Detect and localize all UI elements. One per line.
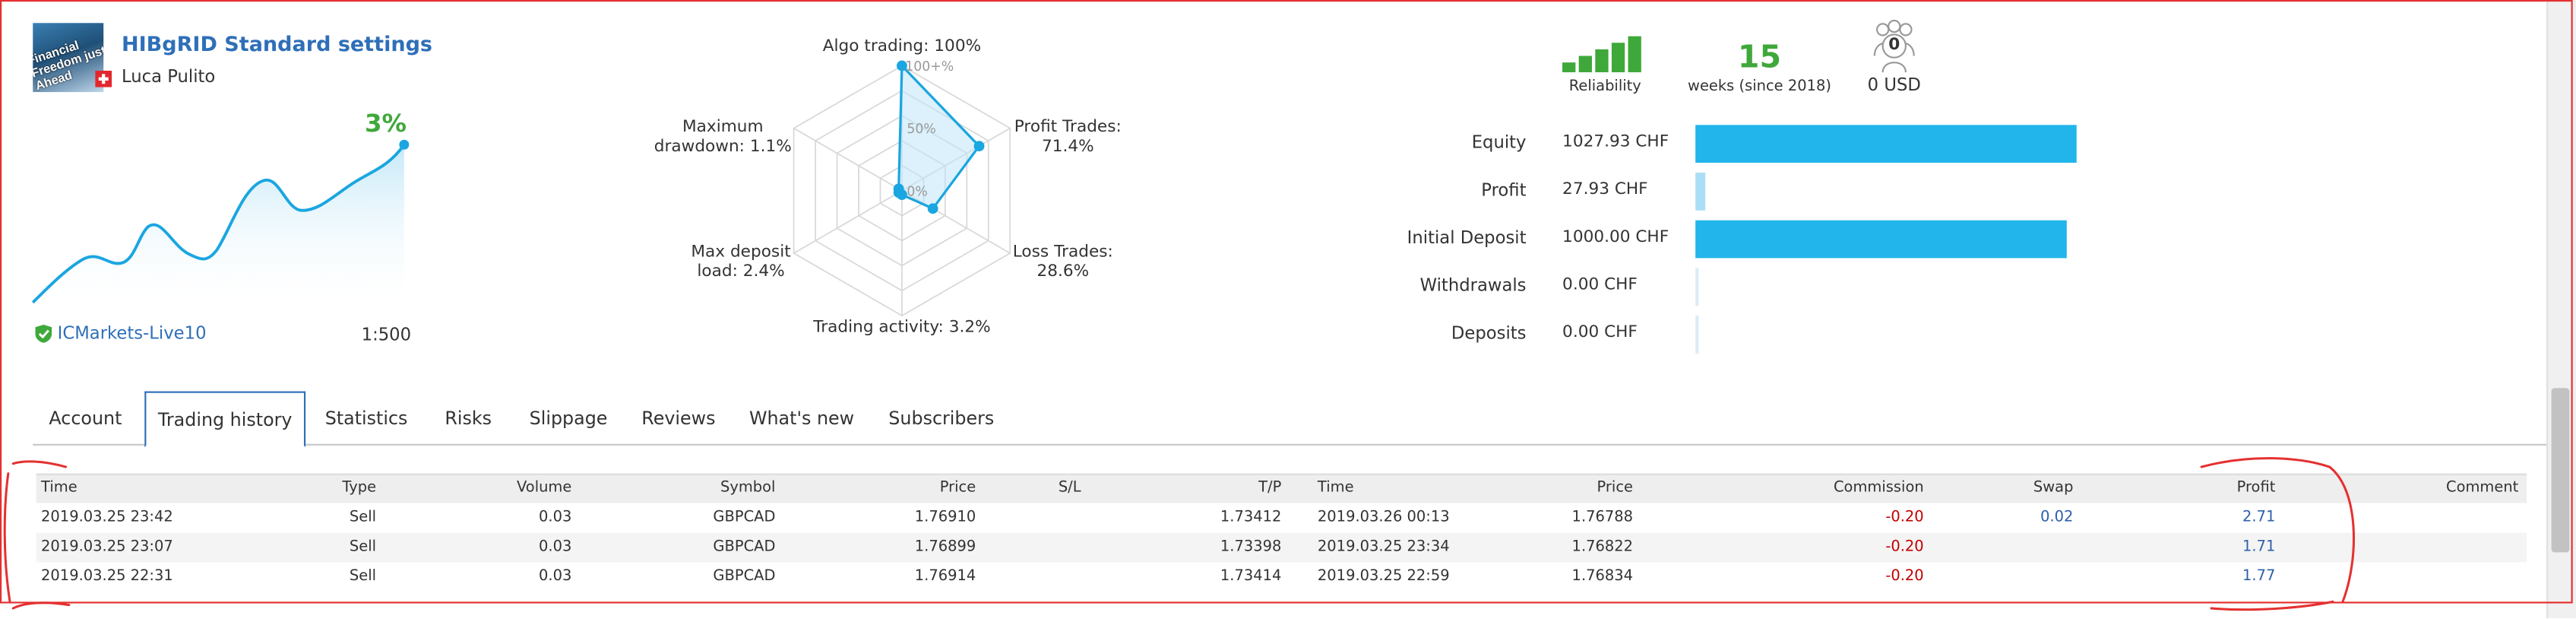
annotation-marks (3, 457, 2355, 611)
annotation-stroke-top-left (11, 460, 67, 468)
page: Financial Freedom just Ahead HIBgRID Sta… (0, 0, 2576, 618)
annotation-stroke-bottom-left (11, 602, 71, 610)
annotation-stroke-right (2200, 457, 2355, 603)
annotation-stroke-left (3, 472, 11, 603)
annotation-stroke-bottom-right (2210, 600, 2334, 611)
